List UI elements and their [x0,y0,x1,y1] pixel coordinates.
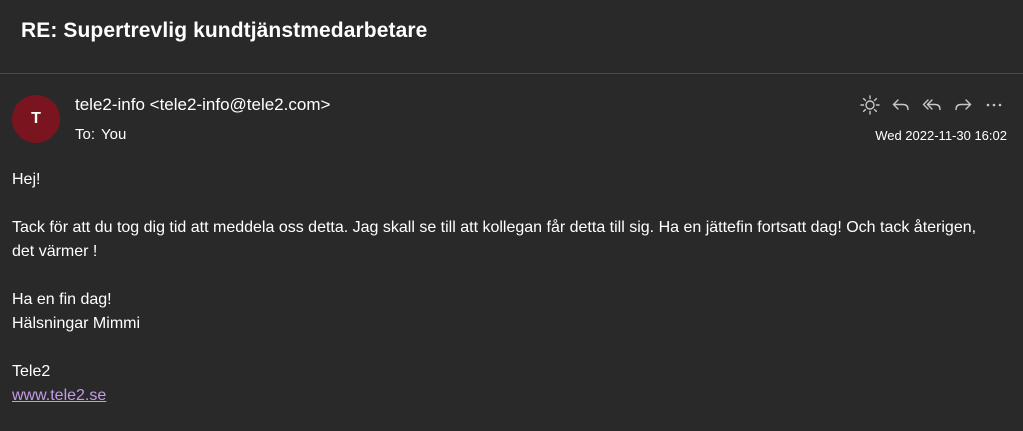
message-body: Hej! Tack för att du tog dig tid att med… [12,168,1002,408]
avatar[interactable]: T [12,95,60,143]
to-label: To: [75,126,96,143]
message-actions [854,91,1009,119]
company-name: Tele2 [12,363,51,380]
subject-bar: RE: Supertrevlig kundtjänstmedarbetare [0,0,1023,74]
body-paragraph: Tack för att du tog dig tid att meddela … [12,219,977,260]
recipients-line: To: You [75,126,126,143]
website-link[interactable]: www.tele2.se [12,387,106,404]
timestamp: Wed 2022-11-30 16:02 [875,128,1007,143]
greeting: Hej! [12,171,41,188]
more-icon[interactable] [978,91,1009,119]
sun-icon[interactable] [854,91,885,119]
reply-all-icon[interactable] [916,91,947,119]
recipient[interactable]: You [101,126,126,143]
message-header: T tele2-info <tele2-info@tele2.com> To: Y… [0,74,1023,154]
signature-line: Hälsningar Mimmi [12,315,141,332]
email-subject: RE: Supertrevlig kundtjänstmedarbetare [21,19,428,42]
sender-name[interactable]: tele2-info <tele2-info@tele2.com> [75,95,330,115]
forward-icon[interactable] [947,91,978,119]
reply-icon[interactable] [885,91,916,119]
closing-line: Ha en fin dag! [12,291,112,308]
